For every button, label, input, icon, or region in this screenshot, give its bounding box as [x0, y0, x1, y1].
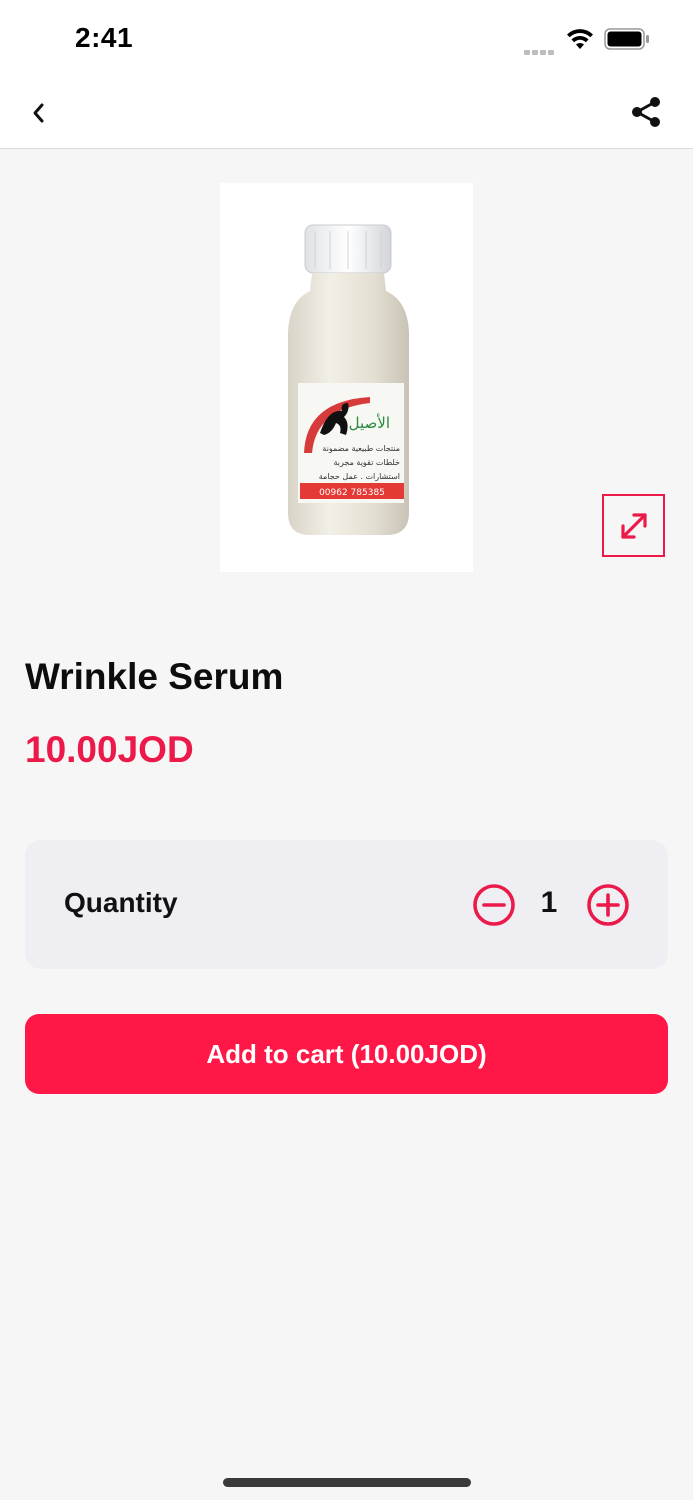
product-image[interactable]: الأصيل منتجات طبيعية مضمونة خلطات تقوية … — [220, 183, 473, 572]
minus-circle-icon — [473, 884, 515, 926]
nav-bar — [0, 76, 693, 149]
back-chevron-icon — [33, 103, 44, 123]
expand-icon — [620, 512, 647, 539]
decrease-quantity-button[interactable] — [471, 882, 517, 928]
expand-image-button[interactable] — [602, 494, 665, 557]
status-bar: 2:41 — [0, 0, 693, 76]
svg-text:منتجات طبيعية مضمونة: منتجات طبيعية مضمونة — [322, 444, 400, 453]
quantity-value: 1 — [540, 886, 558, 919]
wifi-icon — [565, 27, 595, 56]
svg-text:00962 785385: 00962 785385 — [319, 488, 385, 498]
signal-icon — [524, 42, 556, 60]
product-price: 10.00JOD — [25, 729, 194, 770]
share-button[interactable] — [626, 92, 666, 132]
plus-circle-icon — [587, 884, 629, 926]
svg-text:استشارات . عمل حجامة: استشارات . عمل حجامة — [319, 472, 400, 481]
home-indicator — [223, 1478, 471, 1487]
back-button[interactable] — [22, 96, 56, 130]
status-time: 2:41 — [75, 22, 134, 53]
brand-logo-text: الأصيل — [349, 413, 390, 432]
battery-icon — [604, 28, 650, 55]
quantity-label: Quantity — [64, 887, 178, 918]
serum-bottle-image: الأصيل منتجات طبيعية مضمونة خلطات تقوية … — [288, 224, 409, 535]
add-to-cart-button[interactable]: Add to cart (10.00JOD) — [25, 1014, 668, 1094]
share-icon — [632, 97, 660, 127]
svg-text:خلطات تقوية مجربة: خلطات تقوية مجربة — [333, 458, 400, 467]
increase-quantity-button[interactable] — [585, 882, 631, 928]
quantity-card: Quantity 1 — [25, 840, 668, 969]
product-title: Wrinkle Serum — [25, 656, 284, 697]
